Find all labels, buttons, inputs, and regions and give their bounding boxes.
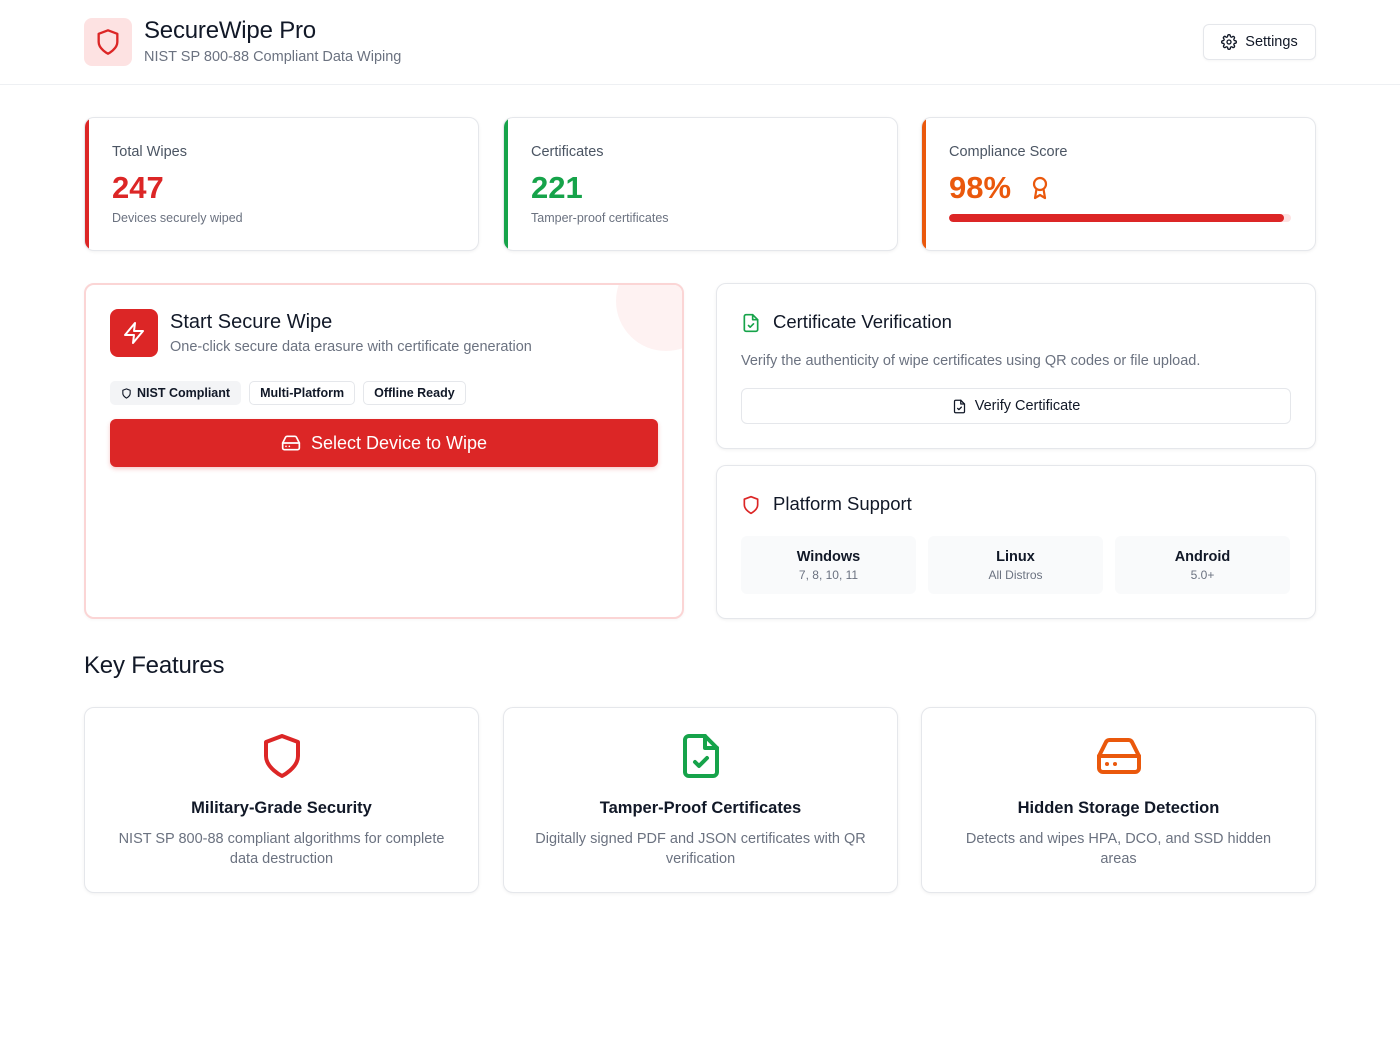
stat-value: 221: [531, 170, 583, 205]
lightning-icon: [124, 322, 144, 344]
badge-offline-ready: Offline Ready: [363, 381, 466, 405]
compliance-progress-bar: [949, 214, 1291, 222]
hard-drive-icon: [281, 435, 301, 451]
platform-versions: 5.0+: [1190, 567, 1215, 582]
file-check-icon: [953, 399, 965, 413]
stat-label: Compliance Score: [949, 144, 1068, 160]
settings-button[interactable]: Settings: [1203, 24, 1316, 60]
stat-total-wipes: Total Wipes 247 Devices securely wiped: [84, 117, 479, 251]
platform-windows: Windows 7, 8, 10, 11: [741, 536, 916, 594]
feature-title: Tamper-Proof Certificates: [599, 799, 802, 817]
badge-label: Multi-Platform: [260, 386, 345, 400]
gear-icon: [1221, 34, 1238, 50]
badge-label: Offline Ready: [374, 386, 455, 400]
verification-description: Verify the authenticity of wipe certific…: [741, 353, 1201, 369]
app-logo: [84, 18, 132, 66]
feature-title: Military-Grade Security: [191, 799, 372, 817]
feature-description: Digitally signed PDF and JSON certificat…: [535, 831, 866, 867]
platform-linux: Linux All Distros: [928, 536, 1103, 594]
stat-certificates: Certificates 221 Tamper-proof certificat…: [503, 117, 898, 251]
platform-name: Linux: [996, 548, 1035, 565]
verification-title: Certificate Verification: [773, 311, 952, 332]
decorative-circle: [616, 285, 682, 351]
platform-name: Android: [1174, 548, 1231, 565]
platform-name: Windows: [796, 548, 861, 565]
feature-description: NIST SP 800-88 compliant algorithms for …: [118, 831, 445, 867]
badge-multi-platform: Multi-Platform: [249, 381, 356, 405]
certificate-verification-card: Certificate Verification Verify the auth…: [716, 283, 1316, 449]
shield-icon: [263, 734, 300, 778]
badge-label: NIST Compliant: [137, 386, 231, 400]
shield-icon: [122, 387, 131, 399]
stat-label: Certificates: [531, 144, 604, 160]
file-check-icon: [743, 313, 759, 333]
platform-list: Windows 7, 8, 10, 11 Linux All Distros A…: [741, 536, 1290, 594]
feature-description: Detects and wipes HPA, DCO, and SSD hidd…: [965, 831, 1272, 867]
settings-label: Settings: [1245, 34, 1298, 50]
shield-icon: [743, 495, 759, 515]
wipe-icon-box: [110, 309, 158, 357]
feature-hidden-storage-detection: Hidden Storage Detection Detects and wip…: [921, 707, 1316, 893]
award-icon: [1032, 176, 1048, 200]
key-features-title: Key Features: [84, 652, 225, 679]
app-header: SecureWipe Pro NIST SP 800-88 Compliant …: [0, 0, 1400, 85]
platform-versions: All Distros: [988, 567, 1043, 582]
verify-certificate-label: Verify Certificate: [974, 398, 1081, 414]
file-check-icon: [682, 734, 719, 778]
stat-value: 98%: [949, 170, 1012, 205]
platform-support-card: Platform Support Windows 7, 8, 10, 11 Li…: [716, 465, 1316, 619]
feature-military-grade-security: Military-Grade Security NIST SP 800-88 c…: [84, 707, 479, 893]
select-device-label: Select Device to Wipe: [310, 432, 488, 453]
compliance-progress-fill: [949, 214, 1285, 222]
hard-drive-icon: [1096, 738, 1141, 774]
stat-value: 247: [112, 170, 164, 205]
feature-tamper-proof-certificates: Tamper-Proof Certificates Digitally sign…: [503, 707, 898, 893]
stat-description: Tamper-proof certificates: [531, 211, 669, 225]
badge-nist-compliant: NIST Compliant: [110, 381, 242, 405]
app-title: SecureWipe Pro: [144, 17, 316, 44]
platform-support-title: Platform Support: [773, 493, 912, 514]
app-subtitle: NIST SP 800-88 Compliant Data Wiping: [144, 49, 402, 65]
feature-badges: NIST Compliant Multi-Platform Offline Re…: [110, 381, 466, 405]
feature-title: Hidden Storage Detection: [1017, 799, 1220, 817]
verify-certificate-button[interactable]: Verify Certificate: [741, 388, 1291, 424]
start-wipe-card: Start Secure Wipe One-click secure data …: [84, 283, 684, 619]
wipe-subtitle: One-click secure data erasure with certi…: [170, 339, 532, 355]
shield-icon: [97, 29, 119, 55]
stat-description: Devices securely wiped: [112, 211, 243, 225]
platform-versions: 7, 8, 10, 11: [798, 567, 859, 582]
select-device-button[interactable]: Select Device to Wipe: [110, 419, 658, 467]
platform-android: Android 5.0+: [1115, 536, 1290, 594]
wipe-title: Start Secure Wipe: [170, 311, 333, 333]
stat-label: Total Wipes: [112, 144, 187, 160]
stat-compliance-score: Compliance Score 98%: [921, 117, 1316, 251]
